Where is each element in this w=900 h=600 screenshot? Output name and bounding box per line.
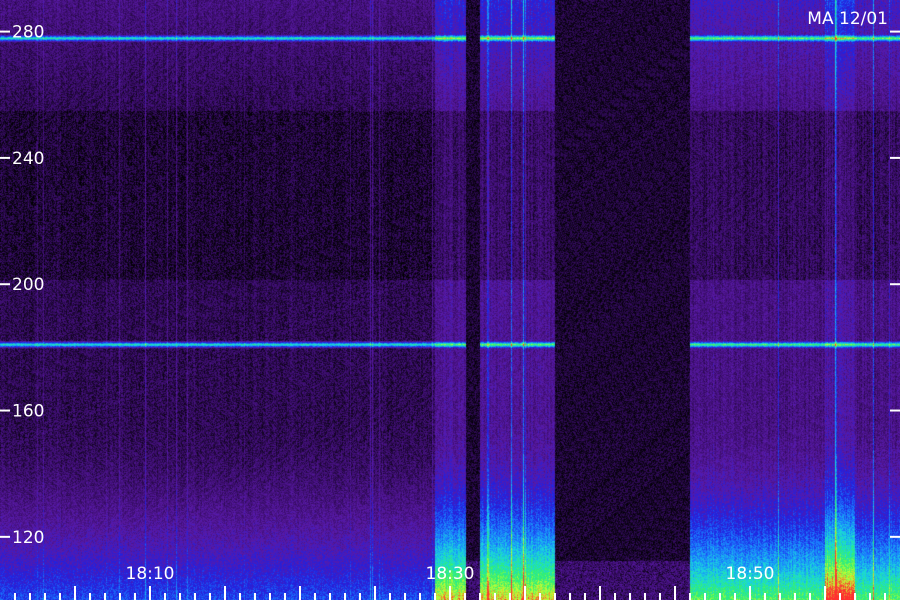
x-tick-label-18:10: 18:10 (126, 564, 175, 584)
spectrogram-chart: 280 240 200 160 120 18:10 18:30 18:50 MA 12/01 (0, 0, 900, 600)
x-tick-label-18:30: 18:30 (426, 564, 475, 584)
spectrogram-heatmap (0, 0, 900, 600)
y-tick-label-120: 120 (12, 528, 44, 548)
y-tick-label-280: 280 (12, 23, 44, 43)
y-tick-label-200: 200 (12, 275, 44, 295)
station-label: MA 12/01 (807, 9, 888, 29)
y-tick-label-240: 240 (12, 149, 44, 169)
x-tick-label-18:50: 18:50 (726, 564, 775, 584)
y-tick-label-160: 160 (12, 402, 44, 422)
